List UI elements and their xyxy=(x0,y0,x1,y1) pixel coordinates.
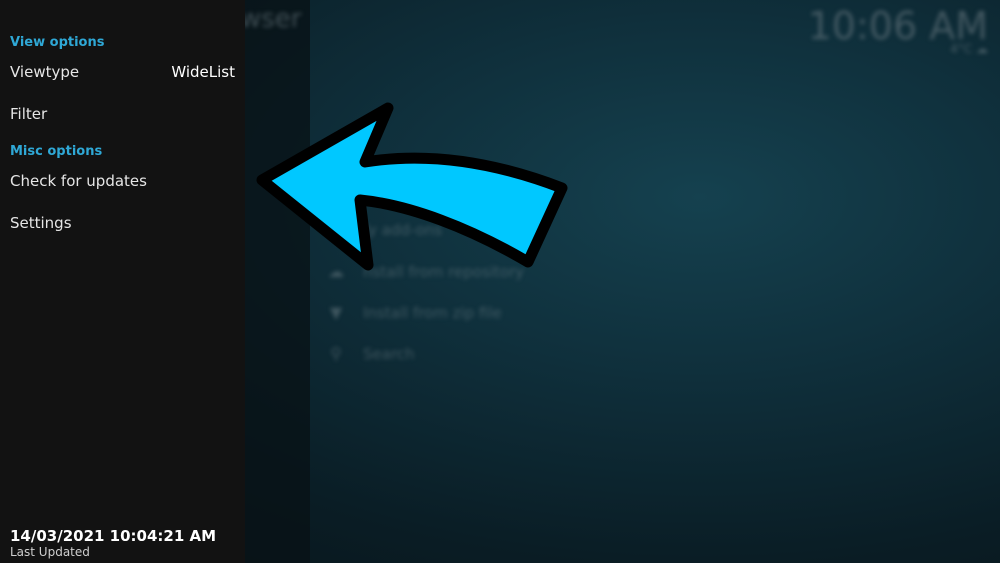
arrow-shape xyxy=(256,102,568,271)
annotation-arrow xyxy=(256,102,568,271)
